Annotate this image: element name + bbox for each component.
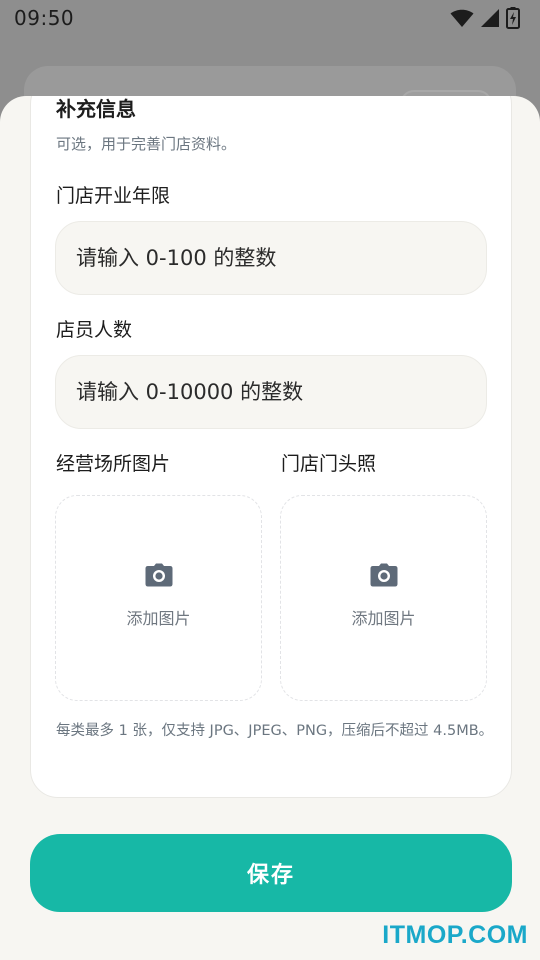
- business-photo-upload[interactable]: 添加图片: [55, 495, 262, 701]
- battery-charging-icon: [506, 7, 520, 29]
- staff-input[interactable]: [55, 355, 487, 429]
- supplementary-info-card: 补充信息 可选，用于完善门店资料。 门店开业年限 店员人数 经营场所图片 添加图…: [30, 96, 512, 798]
- storefront-photo-label: 门店门头照: [281, 453, 377, 475]
- screen: 09:50 补充信息 可选，用于完善门店资料。 门店开业年限 请输入 0-100…: [0, 0, 540, 960]
- camera-icon: [370, 563, 398, 591]
- status-time: 09:50: [14, 6, 75, 30]
- storefront-photo-upload[interactable]: 添加图片: [280, 495, 487, 701]
- status-bar: 09:50: [0, 0, 540, 36]
- bottom-sheet: 补充信息 可选，用于完善门店资料。 门店开业年限 店员人数 经营场所图片 添加图…: [0, 96, 540, 960]
- add-image-label: 添加图片: [351, 609, 416, 628]
- add-image-label: 添加图片: [126, 609, 191, 628]
- cellular-signal-icon: [480, 8, 500, 28]
- staff-label: 店员人数: [56, 319, 133, 341]
- business-photo-label: 经营场所图片: [56, 453, 171, 475]
- years-label: 门店开业年限: [56, 185, 171, 207]
- status-icons: [450, 7, 520, 29]
- save-button[interactable]: 保存: [30, 834, 512, 912]
- camera-icon: [145, 563, 173, 591]
- section-subtitle: 可选，用于完善门店资料。: [56, 135, 237, 153]
- upload-hint: 每类最多 1 张，仅支持 JPG、JPEG、PNG，压缩后不超过 4.5MB。: [56, 723, 494, 739]
- section-title: 补充信息: [56, 97, 136, 121]
- wifi-icon: [450, 8, 474, 28]
- watermark: ITMOP.COM: [382, 921, 528, 949]
- years-input[interactable]: [55, 221, 487, 295]
